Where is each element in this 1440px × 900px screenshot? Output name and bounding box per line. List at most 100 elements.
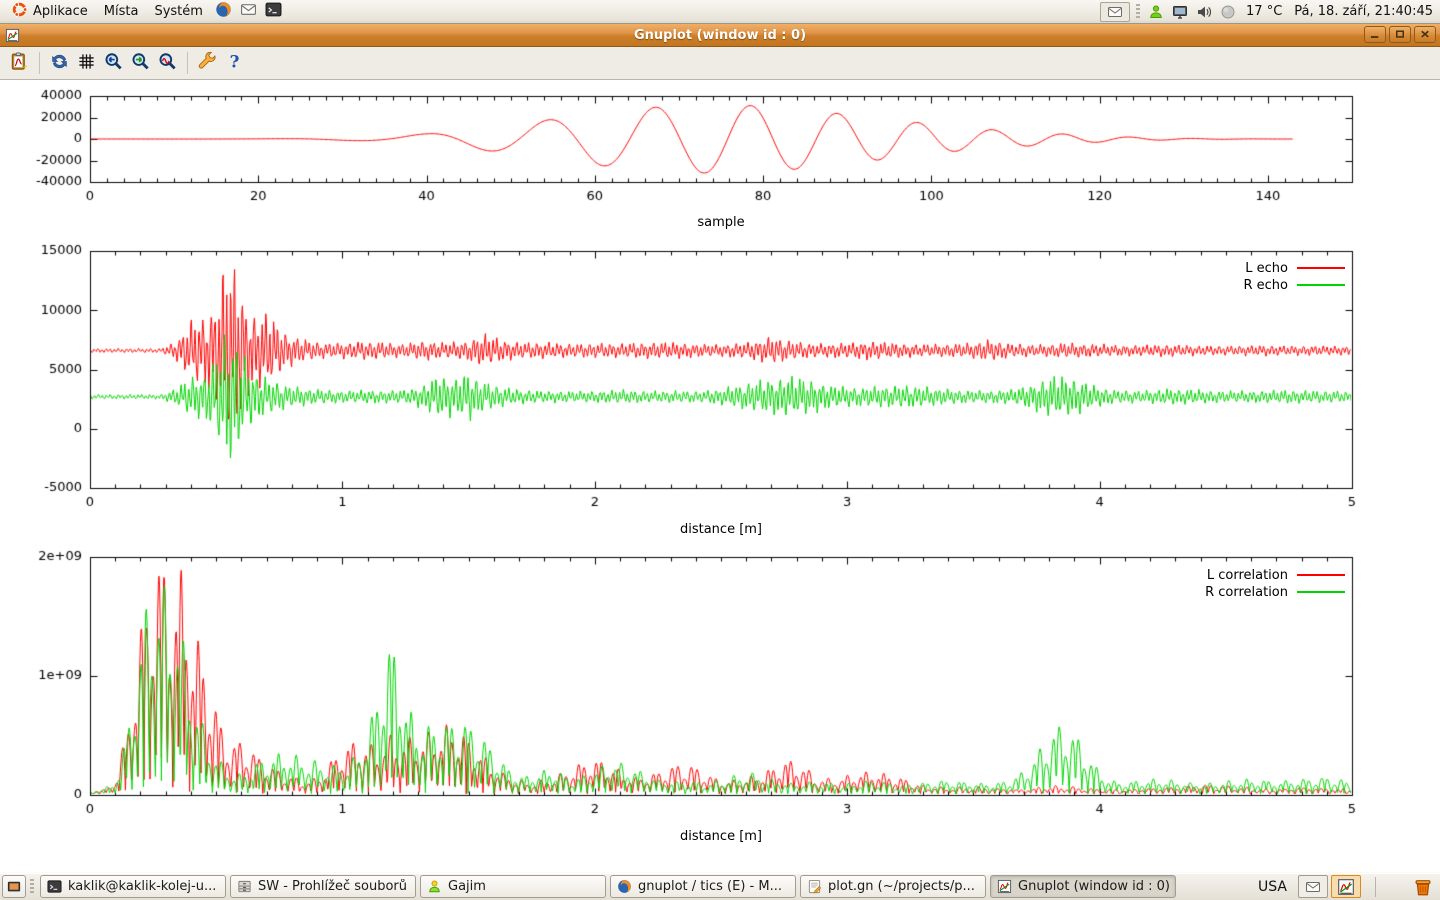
gnuplot-icon — [1337, 878, 1355, 896]
legend-label: L echo — [1245, 261, 1288, 276]
legend-line-sample — [1297, 267, 1345, 269]
mail-icon — [240, 1, 257, 22]
volume-icon — [1196, 4, 1212, 20]
menu-label: Systém — [154, 4, 202, 19]
window-list-handle[interactable] — [30, 879, 34, 895]
gajim-icon — [427, 879, 442, 894]
weather-button[interactable] — [1218, 0, 1238, 23]
task-label: Gajim — [448, 879, 486, 894]
task-button-5[interactable]: Gnuplot (window id : 0) — [990, 875, 1176, 898]
panel-menu-applications[interactable]: Aplikace — [3, 0, 96, 23]
task-button-1[interactable]: SW - Prohlížeč souborů — [230, 875, 416, 898]
next-zoom-button[interactable] — [127, 50, 154, 76]
legend-entry: R echo — [1065, 277, 1345, 293]
zoom-previous-icon — [104, 52, 123, 75]
display-settings-button[interactable] — [1170, 0, 1190, 23]
top-panel: Aplikace Místa Systém 17 °C Pá, 18. září, … — [0, 0, 1440, 24]
weather-icon — [1220, 4, 1236, 20]
ubuntu-logo-icon — [11, 1, 28, 22]
replot-button[interactable] — [46, 50, 73, 76]
firefox-icon — [617, 879, 632, 894]
help-icon: ? — [225, 52, 244, 75]
toolbar-separator — [39, 52, 40, 74]
launcher-mail-icon[interactable] — [236, 0, 261, 23]
menu-label: Aplikace — [33, 4, 88, 19]
zoom-next-icon — [131, 52, 150, 75]
panel-menu-system[interactable]: Systém — [146, 0, 210, 23]
plot1-xlabel: sample — [90, 215, 1352, 230]
gnuplot-toolbar: ? — [0, 47, 1440, 80]
panel-launchers — [211, 0, 286, 23]
file-manager-icon — [237, 879, 252, 894]
close-icon — [1418, 28, 1432, 41]
grid-icon — [77, 52, 96, 75]
task-button-4[interactable]: plot.gn (~/projects/p... — [800, 875, 986, 898]
mail-icon — [1107, 4, 1123, 20]
notification-area-handle[interactable] — [1136, 4, 1140, 20]
panel-menus: Aplikace Místa Systém — [3, 0, 211, 23]
launcher-firefox-icon[interactable] — [211, 0, 236, 23]
text-editor-icon — [807, 879, 822, 894]
menu-label: Místa — [104, 4, 139, 19]
window-list: kaklik@kaklik-kolej-u... SW - Prohlížeč s… — [36, 875, 1176, 898]
panel-menu-places[interactable]: Místa — [96, 0, 147, 23]
legend-line-sample — [1297, 284, 1345, 286]
task-label: plot.gn (~/projects/p... — [828, 879, 975, 894]
minimize-icon — [1368, 28, 1382, 41]
legend-entry: R correlation — [1065, 584, 1345, 600]
refresh-icon — [50, 52, 69, 75]
options-button[interactable] — [194, 50, 221, 76]
task-button-3[interactable]: gnuplot / tics (E) - M... — [610, 875, 796, 898]
legend-entry: L echo — [1065, 260, 1345, 276]
plot2-xlabel: distance [m] — [90, 522, 1352, 537]
display-icon — [1172, 4, 1188, 20]
bottom-taskbar: kaklik@kaklik-kolej-u... SW - Prohlížeč s… — [0, 872, 1440, 900]
terminal-icon — [265, 1, 282, 22]
plot3-xlabel: distance [m] — [90, 829, 1352, 844]
svg-text:?: ? — [230, 52, 240, 71]
task-label: kaklik@kaklik-kolej-u... — [68, 879, 216, 894]
clock[interactable]: Pá, 18. září, 21:40:45 — [1290, 4, 1437, 19]
user-switcher-button[interactable] — [1146, 0, 1166, 23]
tray-mail-button[interactable] — [1298, 875, 1328, 898]
help-button[interactable]: ? — [221, 50, 248, 76]
gnuplot-icon — [997, 879, 1012, 894]
temperature-indicator[interactable]: 17 °C — [1242, 4, 1286, 19]
volume-button[interactable] — [1194, 0, 1214, 23]
unzoom-button[interactable] — [154, 50, 181, 76]
copy-plot-icon — [10, 52, 29, 75]
launcher-terminal-icon[interactable] — [261, 0, 286, 23]
user-switcher-icon — [1148, 4, 1164, 20]
maximize-icon — [1393, 28, 1407, 41]
task-label: SW - Prohlížeč souborů — [258, 879, 407, 894]
task-label: Gnuplot (window id : 0) — [1018, 879, 1169, 894]
legend-label: R echo — [1243, 278, 1288, 293]
firefox-icon — [215, 1, 232, 22]
task-button-2[interactable]: Gajim — [420, 875, 606, 898]
plots-canvas[interactable] — [0, 80, 1440, 872]
minimize-button[interactable] — [1364, 26, 1386, 43]
keyboard-layout-indicator[interactable]: USA — [1258, 879, 1287, 895]
toolbar-separator — [187, 52, 188, 74]
taskbar-separator — [1375, 877, 1376, 897]
copy-to-clipboard-button[interactable] — [6, 50, 33, 76]
legend-line-sample — [1297, 574, 1345, 576]
panel-indicators: 17 °C Pá, 18. září, 21:40:45 — [1100, 0, 1437, 23]
trash-button[interactable] — [1408, 877, 1438, 897]
task-label: gnuplot / tics (E) - M... — [638, 879, 782, 894]
mail-notification-button[interactable] — [1100, 2, 1130, 22]
task-button-0[interactable]: kaklik@kaklik-kolej-u... — [40, 875, 226, 898]
maximize-button[interactable] — [1389, 26, 1411, 43]
toggle-grid-button[interactable] — [73, 50, 100, 76]
mail-icon — [1305, 879, 1321, 895]
tray-gnuplot-button[interactable] — [1331, 875, 1361, 898]
trash-icon — [1413, 877, 1433, 897]
previous-zoom-button[interactable] — [100, 50, 127, 76]
show-desktop-button[interactable] — [2, 875, 26, 898]
close-button[interactable] — [1414, 26, 1436, 43]
zoom-reset-icon — [158, 52, 177, 75]
window-title: Gnuplot (window id : 0) — [0, 28, 1440, 43]
legend-entry: L correlation — [1065, 567, 1345, 583]
legend-line-sample — [1297, 591, 1345, 593]
window-titlebar[interactable]: Gnuplot (window id : 0) — [0, 24, 1440, 47]
